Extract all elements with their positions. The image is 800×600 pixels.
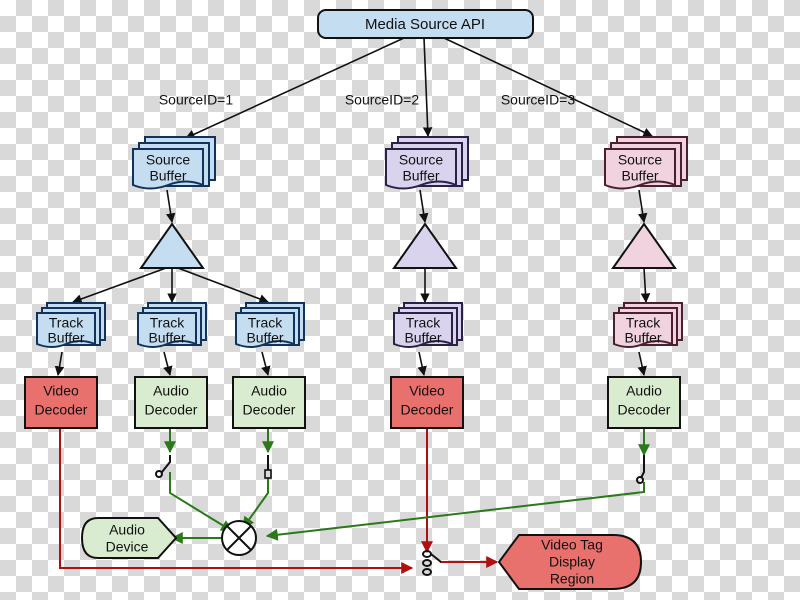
edge-tb2-to-audio-decoder-1 xyxy=(163,351,173,376)
audio-device-node[interactable]: Audio Device xyxy=(80,517,178,559)
video-tag-label-line1: Video Tag xyxy=(541,537,603,553)
edge-api-to-source-buffer-3 xyxy=(443,37,653,137)
edge-tb5-to-audio-decoder-3 xyxy=(637,351,647,376)
track-buffer-4-node[interactable]: Track Buffer xyxy=(393,302,463,348)
track-buffer-2-node[interactable]: Track Buffer xyxy=(137,302,207,348)
edges-source-buffer-to-demuxer xyxy=(165,189,648,223)
edge-demux1-to-tb1 xyxy=(72,267,167,304)
edge-demux1-to-tb3 xyxy=(177,267,269,304)
audio-decoder-2-label-line1: Audio xyxy=(251,383,287,399)
edges-demuxer-to-track-buffers xyxy=(72,267,651,304)
track-buffer-4-label-line1: Track xyxy=(406,315,441,331)
edge-api-to-source-buffer-1 xyxy=(185,37,405,139)
edge-tb4-to-video-decoder-2 xyxy=(417,351,427,376)
track-buffer-3-label-line2: Buffer xyxy=(246,330,283,346)
video-decoder-2-node[interactable]: Video Decoder xyxy=(390,376,464,429)
video-tag-label-line3: Region xyxy=(550,571,594,587)
edge-switch-2-to-mixer xyxy=(242,478,269,529)
edge-tb1-to-video-decoder-1 xyxy=(54,351,65,376)
video-tag-display-region-node[interactable]: Video Tag Display Region xyxy=(497,534,643,590)
audio-decoder-1-label-line2: Decoder xyxy=(145,402,198,418)
source-buffer-1-label-line2: Buffer xyxy=(149,168,186,184)
edge-sb1-to-demux1 xyxy=(165,189,176,223)
media-source-api-node[interactable]: Media Source API xyxy=(317,9,534,39)
edge-switch-3-to-mixer xyxy=(265,482,645,541)
source-buffer-3-node[interactable]: Source Buffer xyxy=(604,136,688,190)
edge-label-source-id-1: SourceID=1 xyxy=(159,92,234,108)
track-buffer-1-label-line2: Buffer xyxy=(47,330,84,346)
edge-label-source-id-3: SourceID=3 xyxy=(501,92,576,108)
audio-decoder-1-label-line1: Audio xyxy=(153,383,189,399)
track-buffer-1-label-line1: Track xyxy=(49,315,84,331)
audio-decoder-1-node[interactable]: Audio Decoder xyxy=(134,376,208,429)
video-decoder-1-node[interactable]: Video Decoder xyxy=(24,376,98,429)
source-buffer-3-label-line2: Buffer xyxy=(621,168,658,184)
track-buffer-3-label-line1: Track xyxy=(248,315,283,331)
edge-demux3-to-tb5 xyxy=(640,267,651,303)
video-decoder-2-label-line2: Decoder xyxy=(401,402,454,418)
audio-switch-1[interactable] xyxy=(155,455,171,478)
audio-decoder-3-label-line1: Audio xyxy=(626,383,662,399)
edges-api-to-source-buffers xyxy=(185,37,653,139)
video-switch-selector[interactable] xyxy=(422,550,442,576)
video-tag-label-line2: Display xyxy=(549,554,595,570)
audio-decoder-2-label-line2: Decoder xyxy=(243,402,296,418)
track-buffer-2-label-line1: Track xyxy=(150,315,185,331)
edge-api-to-source-buffer-2 xyxy=(422,37,433,137)
source-buffer-1-node[interactable]: Source Buffer xyxy=(132,136,216,190)
track-buffer-5-label-line2: Buffer xyxy=(624,330,661,346)
track-buffer-4-label-line2: Buffer xyxy=(404,330,441,346)
track-buffer-1-node[interactable]: Track Buffer xyxy=(36,302,106,348)
audio-switch-2[interactable] xyxy=(264,455,272,479)
media-source-pipeline-diagram: Media Source API SourceID=1 SourceID=2 S… xyxy=(24,9,688,590)
track-buffer-5-node[interactable]: Track Buffer xyxy=(613,302,683,348)
demuxer-1-node[interactable] xyxy=(139,222,205,269)
audio-mixer-node[interactable] xyxy=(221,520,257,556)
audio-decoder-3-node[interactable]: Audio Decoder xyxy=(607,376,681,429)
source-buffer-2-node[interactable]: Source Buffer xyxy=(385,136,469,190)
audio-decoder-2-node[interactable]: Audio Decoder xyxy=(232,376,306,429)
track-buffer-5-label-line1: Track xyxy=(626,315,661,331)
source-buffer-1-label-line1: Source xyxy=(146,152,191,168)
edge-tb3-to-audio-decoder-2 xyxy=(261,351,271,376)
video-decoder-1-label-line1: Video xyxy=(43,383,79,399)
track-buffer-2-label-line2: Buffer xyxy=(148,330,185,346)
media-source-api-label: Media Source API xyxy=(365,16,485,33)
video-decoder-2-label-line1: Video xyxy=(409,383,445,399)
demuxer-3-node[interactable] xyxy=(611,222,677,269)
audio-device-label-line1: Audio xyxy=(109,522,145,538)
demuxer-2-node[interactable] xyxy=(392,222,458,269)
edge-sb3-to-demux3 xyxy=(637,189,648,223)
edge-label-source-id-2: SourceID=2 xyxy=(345,92,420,108)
diagram-canvas: Media Source API SourceID=1 SourceID=2 S… xyxy=(0,0,800,600)
edge-switch-1-to-mixer xyxy=(169,472,234,532)
video-decoder-1-label-line2: Decoder xyxy=(35,402,88,418)
track-buffer-3-node[interactable]: Track Buffer xyxy=(235,302,305,348)
source-buffer-3-label-line1: Source xyxy=(618,152,663,168)
edge-sb2-to-demux2 xyxy=(418,189,429,223)
audio-decoder-3-label-line2: Decoder xyxy=(618,402,671,418)
audio-device-label-line2: Device xyxy=(106,539,149,555)
edges-track-buffer-to-decoder xyxy=(54,351,647,376)
audio-switch-3[interactable] xyxy=(636,455,645,484)
source-buffer-2-label-line1: Source xyxy=(399,152,444,168)
source-buffer-2-label-line2: Buffer xyxy=(402,168,439,184)
